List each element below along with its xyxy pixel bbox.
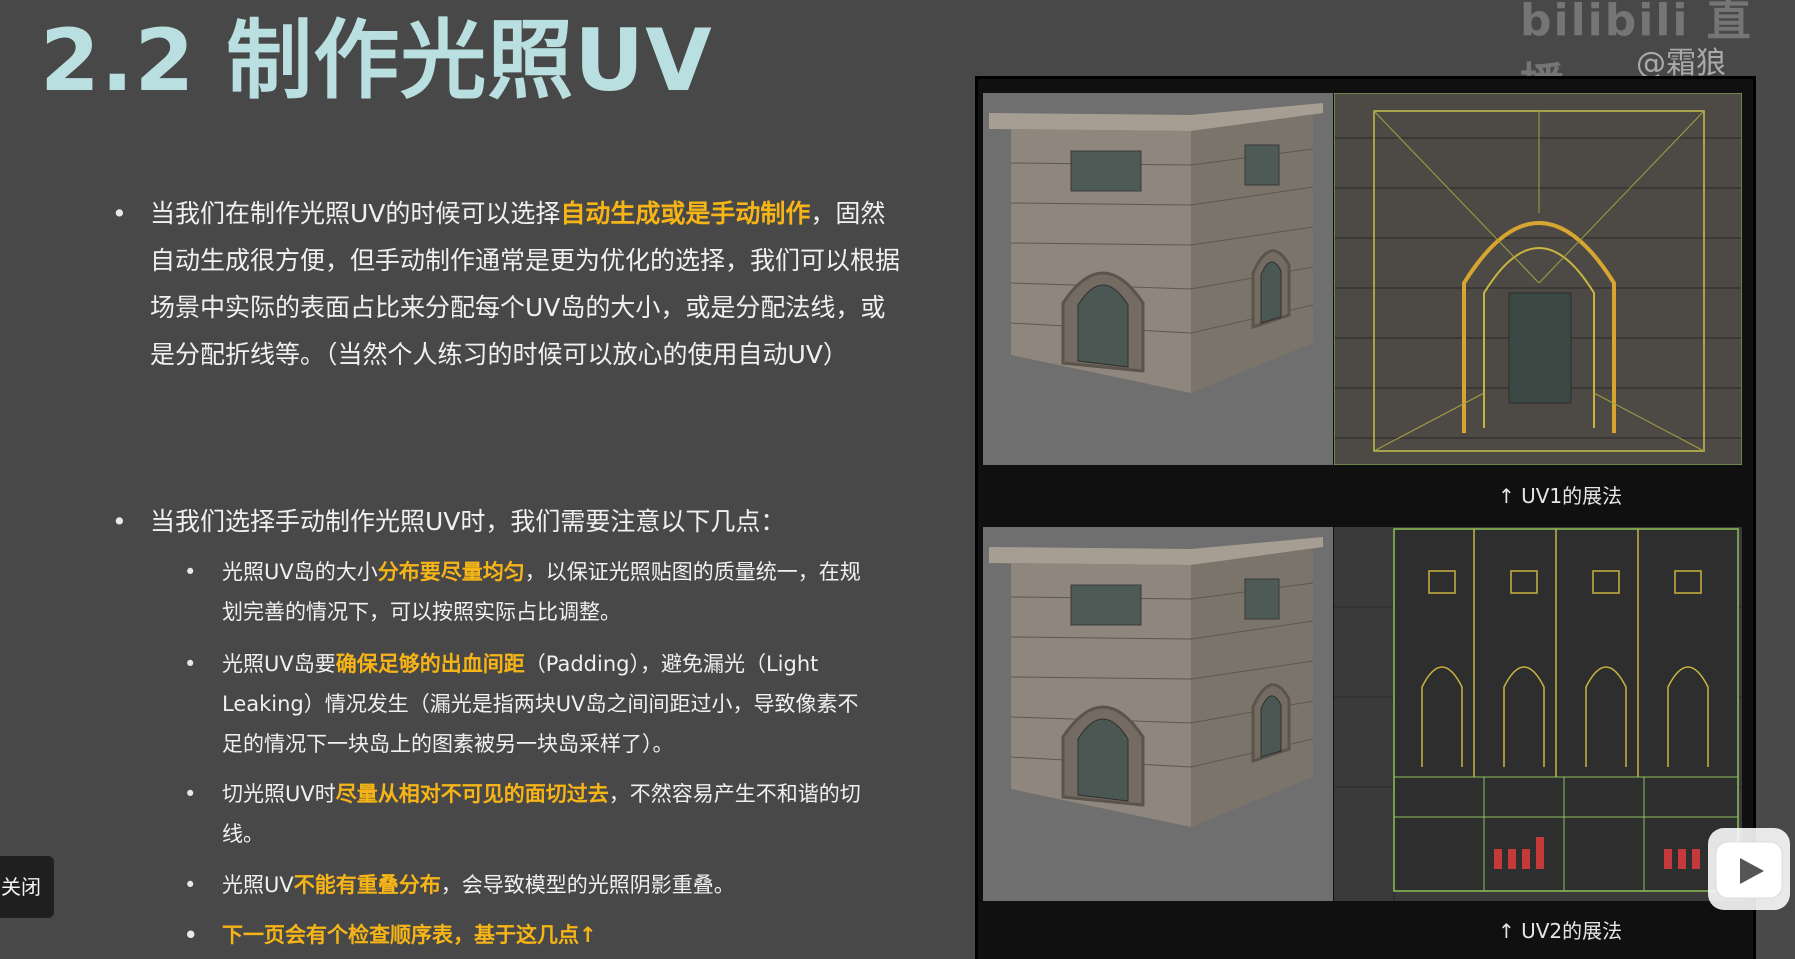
building-render-uv1 bbox=[983, 93, 1333, 465]
bullet-text: 当我们在制作光照UV的时候可以选择自动生成或是手动制作，固然自动生成很方便，但手… bbox=[150, 190, 910, 378]
sub-bullet-text: 光照UV岛的大小分布要尽量均匀，以保证光照贴图的质量统一，在规划完善的情况下，可… bbox=[222, 552, 862, 632]
sub-2-part-1: 光照UV岛要 bbox=[222, 652, 336, 676]
bullet-dot: • bbox=[112, 199, 127, 228]
sub-4-part-1: 光照UV bbox=[222, 873, 294, 897]
bullet-dot: • bbox=[112, 507, 127, 536]
sub-5-highlight: 下一页会有个检查顺序表，基于这几点↑ bbox=[222, 923, 597, 947]
uv2-caption: ↑ UV2的展法 bbox=[1498, 919, 1623, 943]
uv2-layout-image bbox=[1334, 527, 1742, 901]
building-render-illustration bbox=[983, 527, 1333, 901]
bullet-text: 当我们选择手动制作光照UV时，我们需要注意以下几点： bbox=[150, 498, 910, 545]
uv-comparison-panel: ↑ UV1的展法 ↑ UV2的展法 bbox=[975, 76, 1756, 959]
slide-text-content: • 当我们在制作光照UV的时候可以选择自动生成或是手动制作，固然自动生成很方便，… bbox=[0, 0, 900, 959]
sub-bullet-dot: • bbox=[184, 923, 198, 947]
building-render-uv2 bbox=[983, 527, 1333, 901]
sub-4-highlight: 不能有重叠分布 bbox=[293, 873, 441, 897]
bullet-2-text: 当我们选择手动制作光照UV时，我们需要注意以下几点： bbox=[150, 507, 786, 536]
sub-1-highlight: 分布要尽量均匀 bbox=[377, 560, 525, 584]
play-overlay-icon[interactable] bbox=[1708, 828, 1790, 910]
sub-3-highlight: 尽量从相对不可见的面切过去 bbox=[335, 782, 609, 806]
slide-page: 2.2 制作光照UV bilibili 直播 @霜狼_may • 当我们在制作光… bbox=[0, 0, 1795, 959]
sub-2-highlight: 确保足够的出血间距 bbox=[335, 652, 525, 676]
uv2-layout-illustration bbox=[1334, 527, 1742, 901]
uv1-layout-image bbox=[1333, 92, 1743, 466]
close-button[interactable]: 关闭 bbox=[0, 856, 54, 918]
sub-bullet-text: 切光照UV时尽量从相对不可见的面切过去，不然容易产生不和谐的切线。 bbox=[222, 774, 862, 854]
sub-bullet-text: 光照UV不能有重叠分布，会导致模型的光照阴影重叠。 bbox=[222, 865, 862, 905]
sub-4-part-3: ，会导致模型的光照阴影重叠。 bbox=[440, 873, 735, 897]
sub-bullet-dot: • bbox=[184, 782, 197, 806]
bullet-1-part-1: 当我们在制作光照UV的时候可以选择 bbox=[150, 199, 561, 228]
sub-bullet-dot: • bbox=[184, 652, 197, 676]
sub-3-part-1: 切光照UV时 bbox=[222, 782, 336, 806]
building-render-illustration bbox=[983, 93, 1333, 465]
sub-bullet-dot: • bbox=[184, 873, 197, 897]
sub-bullet-text: 光照UV岛要确保足够的出血间距（Padding），避免漏光（Light Leak… bbox=[222, 644, 862, 764]
sub-bullet-dot: • bbox=[184, 560, 197, 584]
sub-bullet-text: 下一页会有个检查顺序表，基于这几点↑ bbox=[222, 915, 862, 955]
sub-1-part-1: 光照UV岛的大小 bbox=[222, 560, 378, 584]
uv1-caption: ↑ UV1的展法 bbox=[1498, 484, 1623, 508]
play-triangle-icon bbox=[1715, 841, 1783, 899]
uv1-layout-illustration bbox=[1333, 92, 1743, 466]
bullet-1-highlight: 自动生成或是手动制作 bbox=[560, 199, 811, 228]
